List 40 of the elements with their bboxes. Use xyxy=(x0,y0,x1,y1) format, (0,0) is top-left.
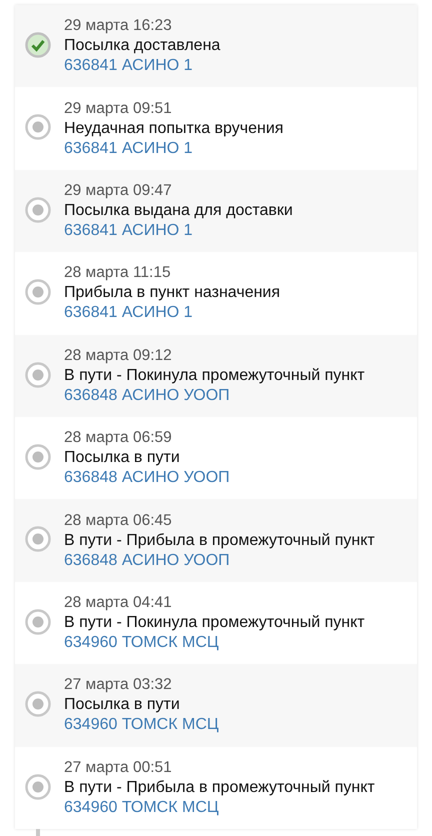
event-time: 27 марта 00:51 xyxy=(64,758,173,777)
post-office-link[interactable]: 636848 АСИНО УООП xyxy=(64,552,375,570)
post-office-link[interactable]: 634960 ТОМСК МСЦ xyxy=(64,798,375,817)
event-time: 28 марта 06:45 xyxy=(64,512,173,530)
post-office-link[interactable]: 634960 ТОМСК МСЦ xyxy=(64,634,365,652)
post-office-link[interactable]: 636841 АСИНО 1 xyxy=(64,140,284,158)
event-status: Посылка в пути xyxy=(64,696,181,714)
post-office-link[interactable]: 636841 АСИНО 1 xyxy=(64,57,220,76)
timeline-dot-icon xyxy=(25,196,51,223)
event-status: В пути - Покинула промежуточный пункт xyxy=(64,614,365,632)
event-time: 28 марта 09:12 xyxy=(64,346,173,365)
event-time: 28 марта 11:15 xyxy=(64,264,172,282)
timeline-dot-icon xyxy=(25,114,51,140)
post-office-link[interactable]: 636848 АСИНО УООП xyxy=(64,386,365,405)
event-time: 29 марта 09:51 xyxy=(64,100,173,118)
post-office-link[interactable]: 636848 АСИНО УООП xyxy=(64,469,230,488)
post-office-link[interactable]: 636841 АСИНО 1 xyxy=(64,304,280,322)
event-time: 29 марта 09:47 xyxy=(64,182,173,200)
event-status: В пути - Прибыла в промежуточный пункт xyxy=(64,778,375,797)
event-time: 28 марта 06:59 xyxy=(64,429,173,448)
event-status: Посылка в пути xyxy=(64,449,181,468)
event-status: Посылка доставлена xyxy=(64,37,220,56)
timeline-dot-icon xyxy=(25,444,51,470)
event-status: Прибыла в пункт назначения xyxy=(64,284,280,302)
event-time: 28 марта 04:41 xyxy=(64,594,173,612)
post-office-link[interactable]: 634960 ТОМСК МСЦ xyxy=(64,716,219,734)
timeline-dot-icon xyxy=(25,608,51,635)
event-status: Неудачная попытка вручения xyxy=(64,120,284,138)
timeline-dot-icon xyxy=(25,691,51,718)
timeline-dot-icon xyxy=(25,279,51,306)
event-status: Посылка выдана для доставки xyxy=(64,202,293,220)
post-office-link[interactable]: 636841 АСИНО 1 xyxy=(64,222,293,240)
event-status: В пути - Прибыла в промежуточный пункт xyxy=(64,532,375,550)
check-icon xyxy=(25,32,51,58)
event-time: 29 марта 16:23 xyxy=(64,17,173,36)
event-status: В пути - Покинула промежуточный пункт xyxy=(64,366,365,385)
timeline-dot-icon xyxy=(25,774,51,800)
timeline-dot-icon xyxy=(25,526,51,552)
event-time: 27 марта 03:32 xyxy=(64,676,173,694)
timeline-dot-icon xyxy=(25,362,51,388)
